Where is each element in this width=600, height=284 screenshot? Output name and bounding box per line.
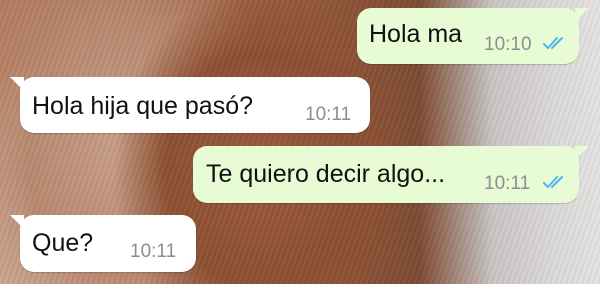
message-time: 10:11 <box>305 104 352 125</box>
double-check-icon <box>543 176 563 188</box>
bubble-tail <box>10 77 24 91</box>
message-time: 10:11 <box>130 241 177 262</box>
bubble-tail <box>10 215 24 229</box>
message-time: 10:11 <box>484 173 531 194</box>
message-text: Que? <box>32 229 94 257</box>
bubble-tail <box>575 146 589 160</box>
message-bubble-outgoing[interactable]: Te quiero decir algo... 10:11 <box>193 146 589 203</box>
message-bubble-outgoing[interactable]: Hola ma 10:10 <box>357 8 589 64</box>
message-bubble-incoming[interactable]: Que? 10:11 <box>10 215 196 272</box>
message-text: Hola ma <box>369 20 463 48</box>
double-check-icon <box>543 37 563 49</box>
message-time: 10:10 <box>484 34 532 55</box>
bubble-tail <box>575 8 589 22</box>
message-text: Te quiero decir algo... <box>206 160 446 188</box>
message-text: Hola hija que pasó? <box>32 92 253 120</box>
message-bubble-incoming[interactable]: Hola hija que pasó? 10:11 <box>10 77 370 133</box>
